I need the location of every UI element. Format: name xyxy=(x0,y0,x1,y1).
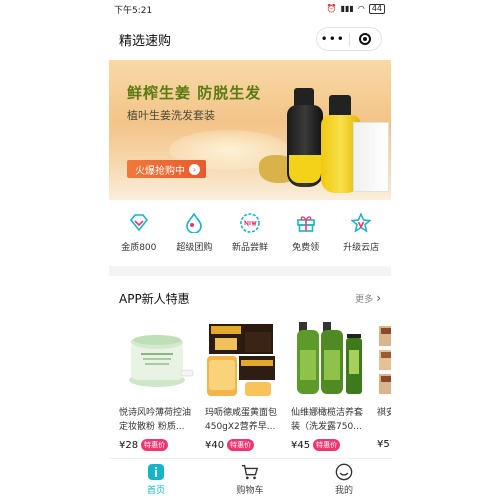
category-label: 免费领 xyxy=(292,243,320,253)
product-carousel[interactable]: 悦诗风吟薄荷控油定妆散粉 粉质... ¥28 特惠价 玛呖德咸蛋黄面包450gX… xyxy=(109,320,391,451)
tab-profile[interactable]: 我的 xyxy=(297,459,391,500)
arrow-right-icon: › xyxy=(189,163,200,175)
category-grid: 金质800 超级团购 新品尝鲜 免费领 升级云店 xyxy=(109,200,391,266)
category-label: 新品尝鲜 xyxy=(231,243,268,253)
smile-icon xyxy=(335,463,353,481)
banner-subtitle: 植叶生姜洗发套装 xyxy=(127,109,215,122)
close-mini-program-button[interactable] xyxy=(350,28,382,50)
alarm-icon: ⏰ xyxy=(326,4,337,13)
wifi-icon: ◠ xyxy=(357,4,365,13)
gift-icon xyxy=(295,212,317,234)
page-title: 精选速购 xyxy=(119,33,172,49)
product-card[interactable]: 祺安龙三包装... ¥57 xyxy=(377,320,391,451)
bottle-label xyxy=(289,155,321,183)
star-v-icon xyxy=(350,212,372,234)
bottle-pump xyxy=(329,95,351,117)
tab-home[interactable]: 首页 xyxy=(109,459,203,500)
mini-program-capsule: ••• xyxy=(316,27,382,51)
category-group-buy[interactable]: 超级团购 xyxy=(167,212,223,266)
target-icon xyxy=(359,33,372,45)
section-title: APP新人特惠 xyxy=(119,291,190,306)
drop-icon xyxy=(183,212,205,234)
chevron-right-icon: › xyxy=(376,291,381,305)
promo-banner[interactable]: 鲜榨生姜 防脱生发 植叶生姜洗发套装 火爆抢购中 › xyxy=(109,60,391,200)
status-bar: 下午5:21 ⏰ ▮▮▮ ◠ 44 xyxy=(109,0,391,18)
product-name: 悦诗风吟薄荷控油定妆散粉 粉质... xyxy=(119,408,192,432)
category-label: 升级云店 xyxy=(343,243,380,253)
product-name: 仙维娜橄榄洁养套装（洗发露750... xyxy=(291,408,364,432)
price-row: ¥57 xyxy=(377,439,391,450)
more-label: 更多 xyxy=(355,294,374,305)
banner-headline: 鲜榨生姜 防脱生发 xyxy=(127,84,262,102)
tab-label: 我的 xyxy=(334,486,353,496)
product-image xyxy=(291,320,369,398)
signal-icon: ▮▮▮ xyxy=(340,4,354,13)
nav-bar: 精选速购 ••• xyxy=(109,18,391,60)
tab-label: 首页 xyxy=(146,486,165,496)
status-time: 下午5:21 xyxy=(114,5,153,16)
discount-tag: 特惠价 xyxy=(227,439,255,451)
diamond-icon xyxy=(128,212,150,234)
phone-screen: 下午5:21 ⏰ ▮▮▮ ◠ 44 精选速购 ••• 鲜榨生姜 防脱生发 植叶生… xyxy=(109,0,391,500)
category-gold800[interactable]: 金质800 xyxy=(111,212,167,266)
product-price: ¥28 xyxy=(119,439,139,451)
product-image xyxy=(119,320,197,398)
discount-tag: 特惠价 xyxy=(313,439,341,451)
category-free-claim[interactable]: 免费领 xyxy=(278,212,334,266)
banner-cta-button[interactable]: 火爆抢购中 › xyxy=(127,160,206,178)
bottom-tab-bar: 首页 购物车 我的 xyxy=(109,458,391,500)
banner-cta-label: 火爆抢购中 xyxy=(135,165,185,177)
product-card[interactable]: 仙维娜橄榄洁养套装（洗发露750... ¥45 特惠价 xyxy=(291,320,369,451)
more-dots-icon: ••• xyxy=(320,32,345,46)
category-new-products[interactable]: 新品尝鲜 xyxy=(222,212,278,266)
price-row: ¥28 特惠价 xyxy=(119,439,197,451)
product-price: ¥57 xyxy=(377,439,391,450)
product-price: ¥45 xyxy=(291,439,311,451)
product-name: 祺安龙三包装... xyxy=(377,408,391,418)
cart-icon xyxy=(241,463,259,481)
product-name: 玛呖德咸蛋黄面包450gX2营养早... xyxy=(205,408,278,432)
section-header: APP新人特惠 更多 › xyxy=(109,276,391,320)
home-icon xyxy=(147,463,165,481)
category-label: 金质800 xyxy=(121,243,157,253)
category-label: 超级团购 xyxy=(176,243,213,253)
product-card[interactable]: 悦诗风吟薄荷控油定妆散粉 粉质... ¥28 特惠价 xyxy=(119,320,197,451)
product-box-image xyxy=(353,122,389,192)
discount-tag: 特惠价 xyxy=(141,439,169,451)
product-card[interactable]: 玛呖德咸蛋黄面包450gX2营养早... ¥40 特惠价 xyxy=(205,320,283,451)
price-row: ¥45 特惠价 xyxy=(291,439,369,451)
price-row: ¥40 特惠价 xyxy=(205,439,283,451)
tab-label: 购物车 xyxy=(236,486,264,496)
product-price: ¥40 xyxy=(205,439,225,451)
category-upgrade-store[interactable]: 升级云店 xyxy=(333,212,389,266)
status-icons: ⏰ ▮▮▮ ◠ 44 xyxy=(327,4,385,14)
tab-cart[interactable]: 购物车 xyxy=(203,459,297,500)
more-link[interactable]: 更多 › xyxy=(355,291,381,305)
product-image xyxy=(205,320,283,398)
more-menu-button[interactable]: ••• xyxy=(317,28,349,50)
battery-level: 44 xyxy=(368,4,385,14)
product-image xyxy=(377,320,391,398)
new-badge-icon xyxy=(239,212,261,234)
section-divider xyxy=(109,266,391,276)
